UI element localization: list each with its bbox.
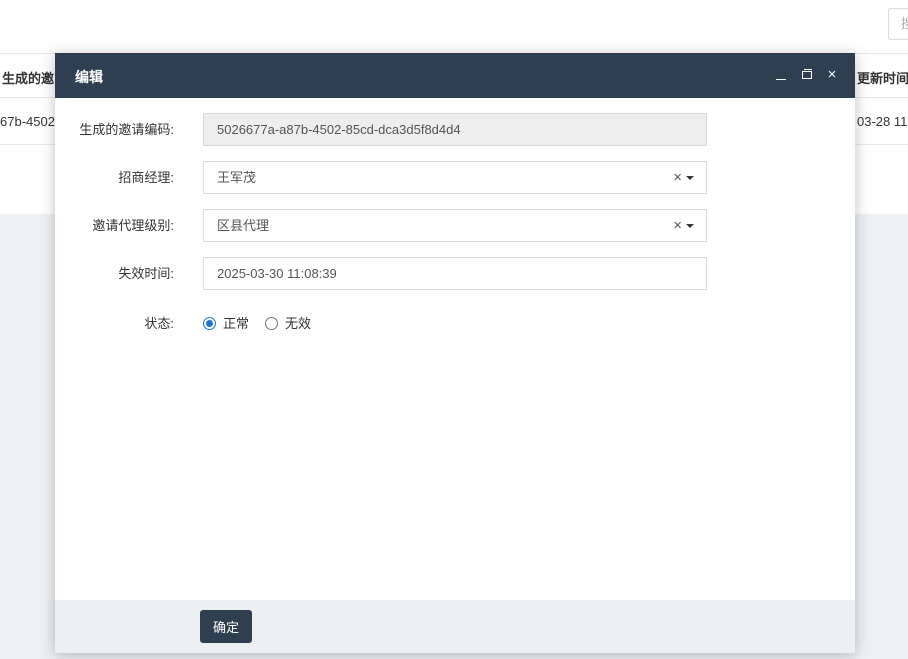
manager-select[interactable]: 王军茂 × [203, 161, 707, 194]
expire-time-label: 失效时间: [118, 266, 174, 281]
agent-level-selected-value: 区县代理 [217, 218, 270, 233]
dialog-title: 编辑 [75, 69, 103, 85]
maximize-icon[interactable] [798, 65, 816, 85]
dialog-header[interactable]: 编辑 × [55, 53, 855, 98]
minimize-icon[interactable] [772, 65, 790, 85]
form-row-manager: 招商经理: 王军茂 × [55, 161, 855, 194]
form-row-expire-time: 失效时间: 2025-03-30 11:08:39 [55, 257, 855, 290]
form-row-invite-code: 生成的邀请编码: 5026677a-a87b-4502-85cd-dca3d5f… [55, 113, 855, 146]
confirm-button[interactable]: 确定 [200, 610, 252, 643]
radio-checked-icon[interactable] [203, 317, 216, 330]
form-row-status: 状态: 正常 无效 [55, 307, 855, 340]
table-cell-invite-code: 67b-4502 [0, 114, 55, 129]
dialog-body: 生成的邀请编码: 5026677a-a87b-4502-85cd-dca3d5f… [55, 98, 855, 600]
radio-unchecked-icon[interactable] [265, 317, 278, 330]
manager-label: 招商经理: [118, 170, 174, 185]
table-cell-update-time: 03-28 11 [857, 114, 908, 129]
clear-icon[interactable]: × [673, 162, 682, 193]
dialog-footer: 确定 [55, 600, 855, 653]
table-header-invite-code: 生成的邀 [2, 71, 55, 86]
status-label: 状态: [144, 316, 174, 331]
caret-down-icon[interactable] [686, 224, 694, 228]
caret-down-icon[interactable] [686, 176, 694, 180]
agent-level-select[interactable]: 区县代理 × [203, 209, 707, 242]
invite-code-label: 生成的邀请编码: [79, 122, 174, 137]
clear-icon[interactable]: × [673, 210, 682, 241]
close-icon[interactable]: × [823, 65, 841, 85]
table-header-update-time: 更新时间 [857, 71, 908, 86]
expire-time-input[interactable]: 2025-03-30 11:08:39 [203, 257, 707, 290]
manager-selected-value: 王军茂 [217, 170, 257, 185]
edit-dialog: 编辑 × 生成的邀请编码: 5026677a-a87b-4502-85cd-dc… [55, 53, 855, 653]
radio-label: 正常 [223, 316, 250, 331]
agent-level-label: 邀请代理级别: [92, 218, 174, 233]
search-input[interactable]: 搜 [888, 8, 908, 40]
form-row-agent-level: 邀请代理级别: 区县代理 × [55, 209, 855, 242]
radio-label: 无效 [285, 316, 312, 331]
invite-code-field[interactable]: 5026677a-a87b-4502-85cd-dca3d5f8d4d4 [203, 113, 707, 146]
